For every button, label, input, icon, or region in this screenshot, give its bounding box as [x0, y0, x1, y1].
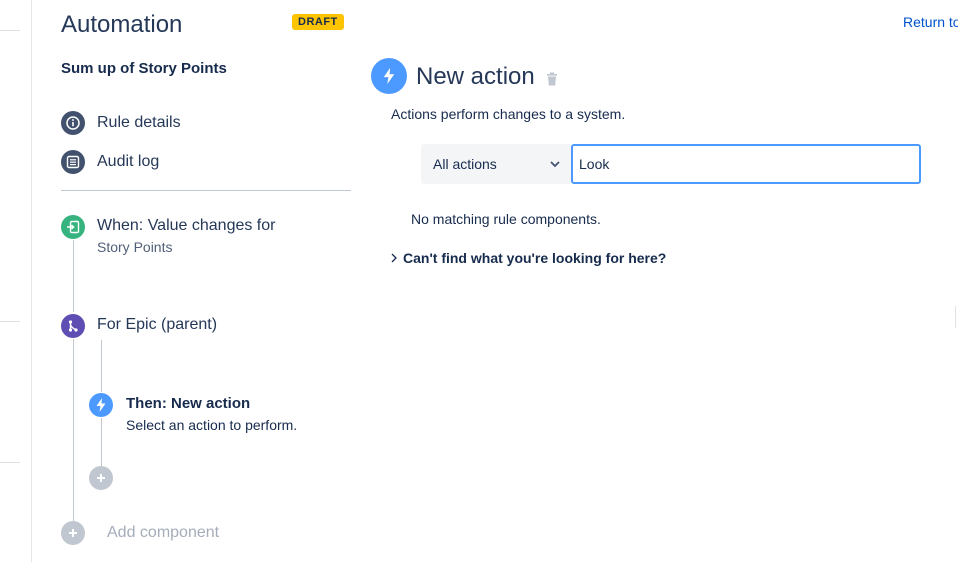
rule-details-label: Rule details: [97, 114, 181, 131]
action-description: Actions perform changes to a system.: [391, 106, 626, 122]
lightning-icon: [371, 58, 407, 94]
branch-title: For Epic (parent): [97, 316, 218, 333]
chevron-down-icon: [550, 161, 560, 168]
action-panel-title: New action: [416, 63, 535, 90]
action-search-input[interactable]: [571, 144, 921, 184]
return-link[interactable]: Return to: [903, 14, 958, 30]
action-title: Then: New action: [126, 395, 251, 412]
add-component-button[interactable]: Add component: [61, 521, 219, 545]
plus-icon: [61, 521, 85, 545]
trash-icon[interactable]: [546, 72, 558, 91]
list-icon: [61, 150, 85, 174]
add-branch-component-button[interactable]: [89, 466, 113, 490]
trigger-icon: [61, 215, 85, 239]
status-badge: DRAFT: [292, 14, 344, 30]
audit-log-link[interactable]: Audit log: [61, 150, 159, 174]
panel-divider: [61, 190, 351, 191]
action-type-value: All actions: [433, 156, 497, 172]
add-component-label: Add component: [107, 524, 220, 541]
branch-connector: [101, 340, 102, 392]
help-toggle[interactable]: Can't find what you're looking for here?: [391, 250, 666, 266]
empty-message: No matching rule components.: [411, 211, 601, 227]
help-toggle-label: Can't find what you're looking for here?: [403, 250, 667, 266]
gutter-divider: [0, 462, 20, 463]
trigger-subtitle: Story Points: [97, 239, 173, 255]
gutter-divider: [0, 30, 20, 31]
branch-icon: [61, 314, 85, 338]
gutter-divider: [0, 321, 20, 322]
chevron-right-icon: [391, 253, 397, 263]
left-gutter: [0, 0, 32, 562]
trigger-title: When: Value changes for: [97, 217, 276, 234]
trigger-step[interactable]: When: Value changes for Story Points: [61, 215, 275, 255]
rule-details-link[interactable]: Rule details: [61, 111, 181, 135]
action-subtitle: Select an action to perform.: [126, 417, 298, 433]
plus-icon: [97, 474, 105, 482]
action-step[interactable]: Then: New action Select an action to per…: [89, 393, 297, 433]
audit-log-label: Audit log: [97, 153, 160, 170]
rule-name: Sum up of Story Points: [61, 60, 227, 77]
info-icon: [61, 111, 85, 135]
branch-step[interactable]: For Epic (parent): [61, 314, 217, 338]
flow-connector: [73, 339, 74, 521]
action-type-select[interactable]: All actions: [421, 144, 571, 184]
page-title: Automation: [61, 11, 183, 38]
lightning-icon: [89, 393, 113, 417]
